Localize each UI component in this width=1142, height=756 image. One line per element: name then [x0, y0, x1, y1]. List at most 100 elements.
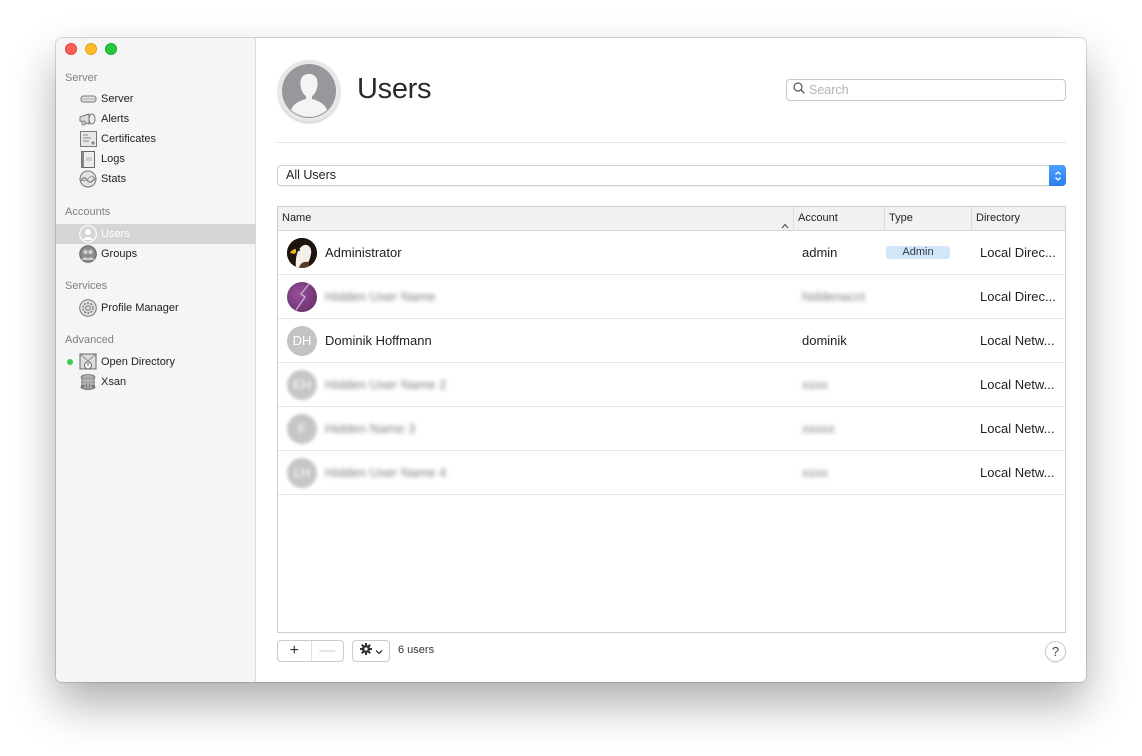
- chevron-down-icon: [375, 642, 383, 660]
- sidebar-header: Advanced: [65, 334, 114, 346]
- search-input[interactable]: [809, 83, 1049, 97]
- user-name-redacted: Hidden Name 3: [325, 421, 416, 436]
- avatar-initials: F: [287, 413, 317, 444]
- table-row[interactable]: EH Hidden User Name 2 xxxx Local Netw...: [278, 363, 1065, 407]
- table-row[interactable]: DH Dominik Hoffmann dominik Local Netw..…: [278, 319, 1065, 363]
- eagle-photo-icon: [287, 237, 317, 268]
- header-divider: [277, 142, 1066, 143]
- log-book-icon: [79, 150, 97, 168]
- users-table: Name Account Type Directory Administrato…: [277, 206, 1066, 633]
- sidebar-item-label: Xsan: [101, 376, 127, 388]
- avatar-initials: LH: [287, 457, 317, 488]
- sidebar-item-label: Groups: [101, 248, 138, 260]
- user-account: admin: [802, 245, 838, 260]
- avatar: [287, 281, 317, 312]
- user-filter-select[interactable]: All Users: [277, 165, 1066, 186]
- close-window-button[interactable]: [65, 43, 77, 55]
- user-account-redacted: xxxx: [802, 377, 828, 392]
- user-icon: [79, 225, 97, 243]
- server-app-window: Server Server Alerts Certificates Logs S…: [56, 38, 1086, 682]
- table-header: Name Account Type Directory: [278, 207, 1065, 231]
- table-row[interactable]: LH Hidden User Name 4 xxxx Local Netw...: [278, 451, 1065, 495]
- user-name-redacted: Hidden User Name 4: [325, 465, 447, 480]
- user-directory: Local Direc...: [980, 245, 1056, 260]
- remove-user-button[interactable]: —: [310, 641, 344, 661]
- sidebar-item-label: Stats: [101, 173, 127, 185]
- table-row[interactable]: F Hidden Name 3 xxxxx Local Netw...: [278, 407, 1065, 451]
- sidebar-item-alerts[interactable]: Alerts: [56, 109, 256, 129]
- stats-icon: [79, 170, 97, 188]
- certificate-icon: [79, 130, 97, 148]
- user-account-redacted: xxxxx: [802, 421, 835, 436]
- xsan-icon: [79, 373, 97, 391]
- sidebar-item-certificates[interactable]: Certificates: [56, 129, 256, 149]
- user-filter-value: All Users: [286, 168, 337, 182]
- avatar-initials: EH: [287, 369, 317, 400]
- avatar: [287, 237, 317, 268]
- sidebar-item-stats[interactable]: Stats: [56, 169, 256, 189]
- user-name-redacted: Hidden User Name: [325, 289, 436, 304]
- sidebar-item-users[interactable]: Users: [56, 224, 256, 244]
- page-title: Users: [357, 73, 432, 105]
- add-user-button[interactable]: +: [278, 641, 311, 661]
- search-icon: [793, 81, 805, 99]
- user-name: Administrator: [325, 245, 402, 260]
- user-silhouette-icon: [278, 60, 340, 122]
- sidebar-item-label: Profile Manager: [101, 302, 179, 314]
- group-icon: [79, 245, 97, 263]
- sidebar-item-label: Certificates: [101, 133, 157, 145]
- user-name-redacted: Hidden User Name 2: [325, 377, 447, 392]
- sidebar-header: Accounts: [65, 206, 111, 218]
- purple-photo-icon: [295, 283, 310, 310]
- sidebar-item-server[interactable]: Server: [56, 89, 256, 109]
- user-directory: Local Netw...: [980, 465, 1055, 480]
- sidebar-header: Server: [65, 72, 98, 84]
- column-header-name[interactable]: Name: [278, 207, 793, 231]
- chevron-up-down-icon: [1049, 165, 1066, 186]
- search-field[interactable]: [786, 79, 1066, 101]
- user-directory: Local Netw...: [980, 333, 1055, 348]
- admin-badge: Admin: [886, 245, 950, 259]
- user-count: 6 users: [398, 644, 435, 656]
- action-menu-button[interactable]: [352, 640, 390, 662]
- user-account-redacted: hiddenacct: [802, 289, 865, 304]
- column-header-type[interactable]: Type: [884, 207, 971, 231]
- sidebar-section-advanced: Advanced Open Directory Xsan: [56, 332, 256, 392]
- sidebar-item-logs[interactable]: Logs: [56, 149, 256, 169]
- sidebar-item-label: Server: [101, 93, 134, 105]
- sidebar-item-label: Logs: [101, 153, 125, 165]
- table-row[interactable]: Administrator admin Admin Local Direc...: [278, 231, 1065, 275]
- user-directory: Local Netw...: [980, 377, 1055, 392]
- sidebar: Server Server Alerts Certificates Logs S…: [56, 38, 256, 682]
- sidebar-item-xsan[interactable]: Xsan: [56, 372, 256, 392]
- user-account: dominik: [802, 333, 847, 348]
- server-icon: [79, 90, 97, 108]
- sidebar-section-server: Server Server Alerts Certificates Logs S…: [56, 70, 256, 189]
- table-row[interactable]: Hidden User Name hiddenacct Local Direc.…: [278, 275, 1065, 319]
- sidebar-item-label: Alerts: [101, 113, 130, 125]
- zoom-window-button[interactable]: [105, 43, 117, 55]
- sidebar-item-profile-manager[interactable]: Profile Manager: [56, 298, 256, 318]
- service-running-indicator: [67, 359, 73, 365]
- user-account-redacted: xxxx: [802, 465, 828, 480]
- sidebar-section-accounts: Accounts Users Groups: [56, 204, 256, 264]
- column-header-directory[interactable]: Directory: [971, 207, 1065, 231]
- help-button[interactable]: ?: [1045, 641, 1066, 662]
- main-content: Users All Users Name Account: [256, 38, 1086, 682]
- megaphone-icon: [79, 110, 97, 128]
- open-directory-icon: [79, 353, 97, 371]
- minimize-window-button[interactable]: [85, 43, 97, 55]
- user-name: Dominik Hoffmann: [325, 333, 432, 348]
- gear-icon: [359, 642, 372, 660]
- column-header-account[interactable]: Account: [793, 207, 884, 231]
- profile-manager-icon: [79, 299, 97, 317]
- sidebar-header: Services: [65, 280, 108, 292]
- avatar-initials: DH: [287, 325, 317, 356]
- sidebar-item-open-directory[interactable]: Open Directory: [56, 352, 256, 372]
- user-directory: Local Netw...: [980, 421, 1055, 436]
- sidebar-item-groups[interactable]: Groups: [56, 244, 256, 264]
- user-directory: Local Direc...: [980, 289, 1056, 304]
- table-toolbar: + — 6 users ?: [277, 640, 1066, 662]
- sidebar-item-label: Open Directory: [101, 356, 175, 368]
- sidebar-item-label: Users: [101, 228, 130, 240]
